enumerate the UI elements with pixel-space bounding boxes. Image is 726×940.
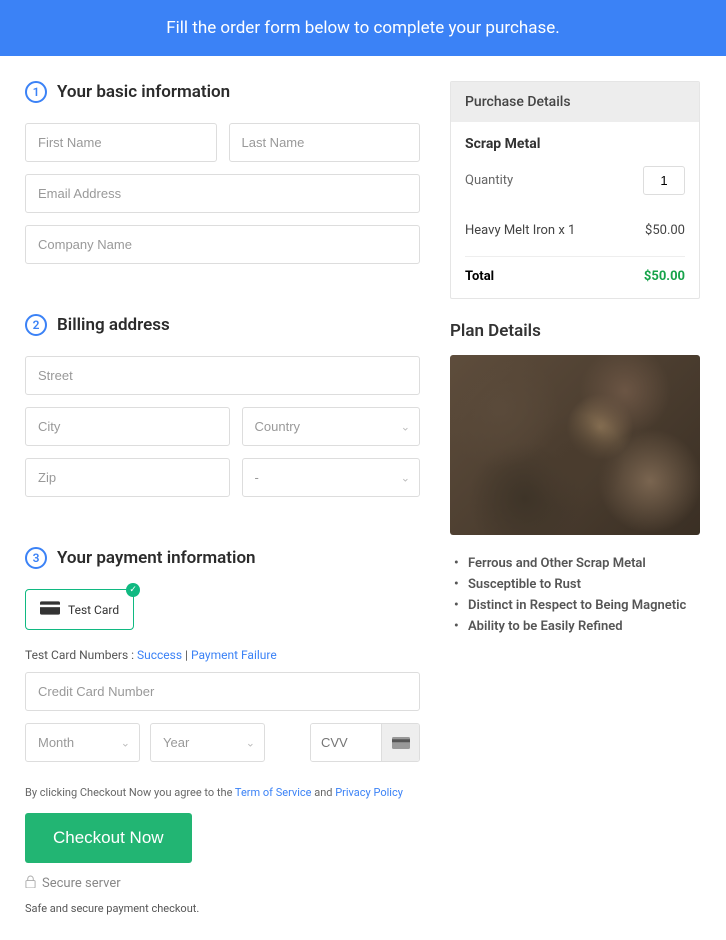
street-input[interactable] bbox=[25, 356, 420, 395]
safe-secure-text: Safe and secure payment checkout. bbox=[25, 902, 420, 915]
success-link[interactable]: Success bbox=[137, 648, 182, 662]
checkout-button[interactable]: Checkout Now bbox=[25, 813, 192, 863]
total-amount: $50.00 bbox=[644, 269, 685, 284]
purchase-details-header: Purchase Details bbox=[451, 82, 699, 122]
header-banner: Fill the order form below to complete yo… bbox=[0, 0, 726, 56]
section-billing: 2 Billing address bbox=[25, 314, 420, 336]
credit-card-input[interactable] bbox=[25, 672, 420, 711]
quantity-input[interactable] bbox=[643, 166, 685, 195]
first-name-input[interactable] bbox=[25, 123, 217, 162]
section-basic-info: 1 Your basic information bbox=[25, 81, 420, 103]
section-title-payment: Your payment information bbox=[57, 548, 256, 568]
quantity-label: Quantity bbox=[465, 173, 513, 188]
test-card-numbers-text: Test Card Numbers : Success | Payment Fa… bbox=[25, 648, 420, 662]
lock-icon bbox=[25, 875, 36, 892]
privacy-policy-link[interactable]: Privacy Policy bbox=[335, 786, 403, 799]
step-number-1: 1 bbox=[25, 81, 47, 103]
year-select[interactable]: Year bbox=[150, 723, 265, 762]
country-select[interactable]: Country bbox=[242, 407, 421, 446]
terms-of-service-link[interactable]: Term of Service bbox=[235, 786, 312, 799]
city-input[interactable] bbox=[25, 407, 230, 446]
step-number-2: 2 bbox=[25, 314, 47, 336]
list-item: Ferrous and Other Scrap Metal bbox=[468, 553, 700, 574]
section-title-basic: Your basic information bbox=[57, 82, 230, 102]
purchase-details-panel: Purchase Details Scrap Metal Quantity He… bbox=[450, 81, 700, 299]
card-option-label: Test Card bbox=[68, 603, 119, 617]
credit-card-icon bbox=[40, 600, 60, 619]
list-item: Ability to be Easily Refined bbox=[468, 616, 700, 637]
section-title-billing: Billing address bbox=[57, 315, 170, 335]
cvv-input[interactable] bbox=[311, 724, 381, 761]
line-item-amount: $50.00 bbox=[645, 223, 685, 238]
product-name: Scrap Metal bbox=[465, 136, 685, 152]
month-select[interactable]: Month bbox=[25, 723, 140, 762]
plan-image bbox=[450, 355, 700, 535]
terms-text: By clicking Checkout Now you agree to th… bbox=[25, 786, 420, 799]
card-option-test[interactable]: Test Card ✓ bbox=[25, 589, 134, 630]
email-input[interactable] bbox=[25, 174, 420, 213]
last-name-input[interactable] bbox=[229, 123, 421, 162]
secure-server-text: Secure server bbox=[25, 875, 420, 892]
company-input[interactable] bbox=[25, 225, 420, 264]
state-select[interactable]: - bbox=[242, 458, 421, 497]
section-payment: 3 Your payment information bbox=[25, 547, 420, 569]
line-item-label: Heavy Melt Iron x 1 bbox=[465, 223, 575, 238]
failure-link[interactable]: Payment Failure bbox=[191, 648, 277, 662]
card-back-icon bbox=[381, 724, 419, 761]
total-label: Total bbox=[465, 269, 494, 284]
plan-bullet-list: Ferrous and Other Scrap Metal Susceptibl… bbox=[450, 553, 700, 637]
plan-details-title: Plan Details bbox=[450, 321, 700, 341]
zip-input[interactable] bbox=[25, 458, 230, 497]
list-item: Susceptible to Rust bbox=[468, 574, 700, 595]
step-number-3: 3 bbox=[25, 547, 47, 569]
list-item: Distinct in Respect to Being Magnetic bbox=[468, 595, 700, 616]
check-icon: ✓ bbox=[126, 583, 140, 597]
